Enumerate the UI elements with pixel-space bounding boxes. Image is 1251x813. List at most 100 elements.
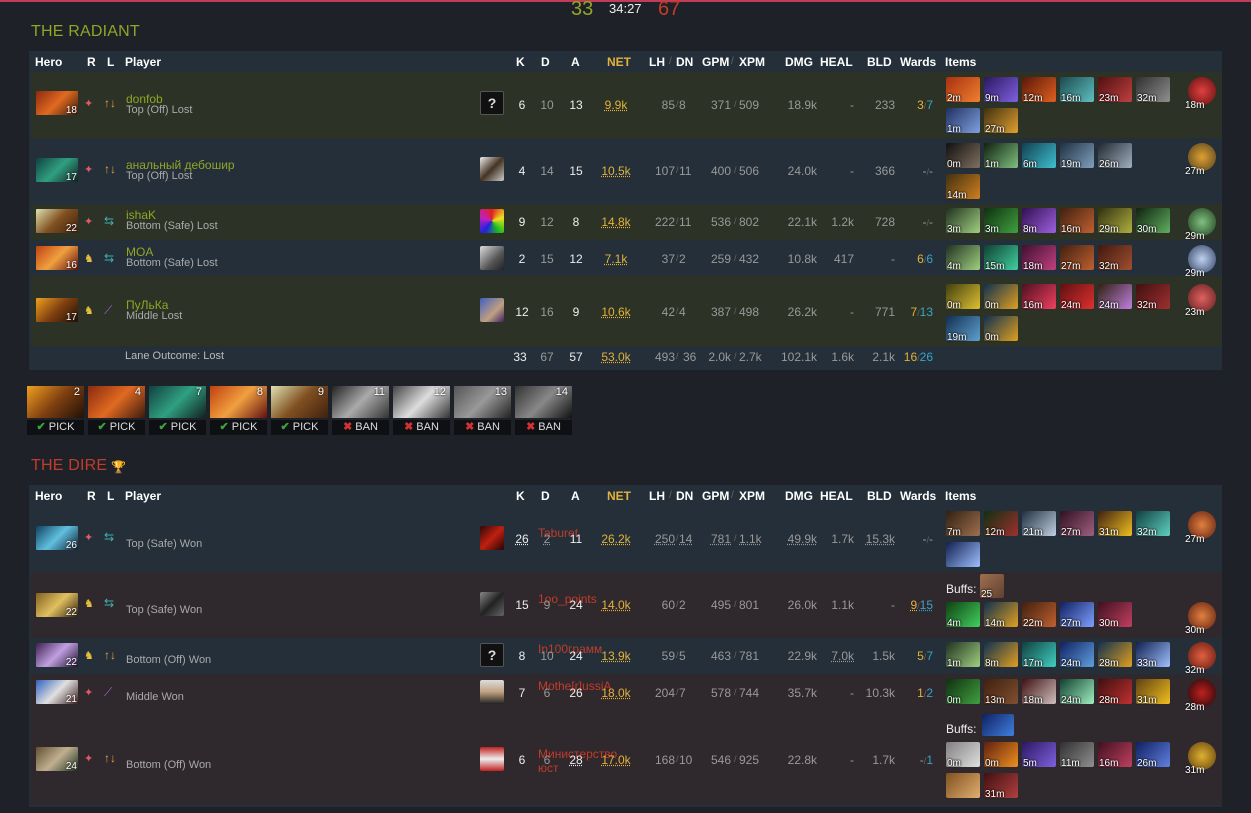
item-icon[interactable]: 3m bbox=[946, 208, 980, 235]
item-icon[interactable] bbox=[946, 542, 980, 567]
networth[interactable]: 14.8k bbox=[596, 215, 636, 229]
item-icon[interactable]: 7m bbox=[946, 511, 980, 538]
hero-portrait[interactable]: 22 bbox=[36, 593, 78, 618]
item-icon[interactable]: 4m bbox=[946, 602, 980, 629]
item-icon[interactable]: 32m bbox=[1098, 245, 1132, 272]
col-wards[interactable]: Wards bbox=[900, 55, 936, 69]
item-icon[interactable]: 5m bbox=[1022, 742, 1056, 769]
neutral-item-icon[interactable]: 23m bbox=[1185, 284, 1216, 318]
col-player[interactable]: Player bbox=[125, 489, 161, 503]
item-icon[interactable]: 27m bbox=[1060, 245, 1094, 272]
item-icon[interactable]: 0m bbox=[946, 679, 980, 706]
item-icon[interactable]: 9m bbox=[984, 77, 1018, 104]
player-avatar[interactable] bbox=[480, 680, 504, 704]
item-icon[interactable]: 0m bbox=[984, 284, 1018, 311]
item-icon[interactable]: 0m bbox=[946, 742, 980, 769]
hero-portrait[interactable]: 22 bbox=[36, 209, 78, 234]
assists[interactable]: 28 bbox=[567, 753, 585, 767]
item-icon[interactable]: 14m bbox=[946, 174, 980, 201]
buff-icon[interactable]: 25 bbox=[980, 574, 1004, 600]
item-icon[interactable]: 24m bbox=[1060, 642, 1094, 669]
col-assists[interactable]: A bbox=[571, 489, 580, 503]
neutral-item-icon[interactable]: 31m bbox=[1185, 742, 1216, 776]
item-icon[interactable]: 19m bbox=[946, 316, 980, 343]
item-icon[interactable]: 12m bbox=[984, 511, 1018, 538]
col-deaths[interactable]: D bbox=[541, 55, 550, 69]
neutral-item-icon[interactable]: 30m bbox=[1185, 602, 1216, 636]
item-icon[interactable]: 18m bbox=[1022, 679, 1056, 706]
networth[interactable]: 10.5k bbox=[596, 164, 636, 178]
hero-portrait[interactable]: 24 bbox=[36, 747, 78, 772]
col-lasthits[interactable]: LH bbox=[649, 489, 665, 503]
item-icon[interactable]: 32m bbox=[1136, 511, 1170, 538]
deaths[interactable]: 2 bbox=[538, 532, 556, 546]
networth[interactable]: 7.1k bbox=[596, 252, 636, 266]
hero-portrait[interactable]: 22 bbox=[36, 643, 78, 668]
col-xpm[interactable]: XPM bbox=[739, 489, 765, 503]
player-avatar[interactable] bbox=[480, 747, 504, 771]
item-icon[interactable]: 1m bbox=[946, 642, 980, 669]
networth[interactable]: 13.9k bbox=[596, 649, 636, 663]
player-avatar[interactable] bbox=[480, 157, 504, 181]
item-icon[interactable] bbox=[946, 773, 980, 798]
neutral-item-icon[interactable]: 29m bbox=[1185, 208, 1216, 242]
hero-portrait[interactable]: 16 bbox=[36, 246, 78, 271]
xpm[interactable]: 1.1k bbox=[739, 532, 765, 546]
item-icon[interactable]: 13m bbox=[984, 679, 1018, 706]
networth[interactable]: 17.0k bbox=[596, 753, 636, 767]
item-icon[interactable]: 11m bbox=[1060, 742, 1094, 769]
item-icon[interactable]: 32m bbox=[1136, 284, 1170, 311]
item-icon[interactable]: 31m bbox=[984, 773, 1018, 800]
item-icon[interactable]: 27m bbox=[984, 108, 1018, 135]
col-heal[interactable]: HEAL bbox=[820, 489, 853, 503]
item-icon[interactable]: 31m bbox=[1098, 511, 1132, 538]
item-icon[interactable]: 19m bbox=[1060, 143, 1094, 170]
draft-ban[interactable]: 11 ✖ BAN bbox=[332, 386, 389, 436]
col-networth[interactable]: NET bbox=[607, 55, 631, 69]
item-icon[interactable]: 3m bbox=[984, 208, 1018, 235]
col-role[interactable]: R bbox=[87, 55, 96, 69]
col-hero[interactable]: Hero bbox=[35, 489, 62, 503]
item-icon[interactable]: 2m bbox=[946, 77, 980, 104]
networth[interactable]: 18.0k bbox=[596, 686, 636, 700]
draft-ban[interactable]: 13 ✖ BAN bbox=[454, 386, 511, 436]
item-icon[interactable]: 30m bbox=[1136, 208, 1170, 235]
col-damage[interactable]: DMG bbox=[785, 55, 813, 69]
item-icon[interactable]: 6m bbox=[1022, 143, 1056, 170]
item-icon[interactable]: 29m bbox=[1098, 208, 1132, 235]
networth[interactable]: 14.0k bbox=[596, 598, 636, 612]
item-icon[interactable]: 0m bbox=[984, 742, 1018, 769]
neutral-item-icon[interactable]: 18m bbox=[1185, 77, 1216, 111]
col-assists[interactable]: A bbox=[571, 55, 580, 69]
item-icon[interactable]: 16m bbox=[1098, 742, 1132, 769]
hero-portrait[interactable]: 26 bbox=[36, 526, 78, 551]
gpm[interactable]: 781 bbox=[705, 532, 731, 546]
col-heal[interactable]: HEAL bbox=[820, 55, 853, 69]
col-damage[interactable]: DMG bbox=[785, 489, 813, 503]
draft-ban[interactable]: 12 ✖ BAN bbox=[393, 386, 450, 436]
player-avatar[interactable]: ? bbox=[480, 91, 504, 115]
buff-icon[interactable] bbox=[982, 714, 1014, 736]
hero-portrait[interactable]: 17 bbox=[36, 298, 78, 323]
col-building[interactable]: BLD bbox=[867, 489, 892, 503]
col-kills[interactable]: K bbox=[516, 55, 525, 69]
neutral-item-icon[interactable]: 29m bbox=[1185, 245, 1216, 279]
item-icon[interactable]: 33m bbox=[1136, 642, 1170, 669]
item-icon[interactable]: 27m bbox=[1060, 602, 1094, 629]
neutral-item-icon[interactable]: 27m bbox=[1185, 143, 1216, 177]
col-lasthits[interactable]: LH bbox=[649, 55, 665, 69]
col-kills[interactable]: K bbox=[516, 489, 525, 503]
col-role[interactable]: R bbox=[87, 489, 96, 503]
networth[interactable]: 10.6k bbox=[596, 305, 636, 319]
healing[interactable]: 7.0k bbox=[828, 649, 854, 663]
col-lane[interactable]: L bbox=[107, 489, 114, 503]
col-hero[interactable]: Hero bbox=[35, 55, 62, 69]
draft-pick[interactable]: 7 ✔ PICK bbox=[149, 386, 206, 436]
item-icon[interactable]: 24m bbox=[1060, 284, 1094, 311]
col-wards[interactable]: Wards bbox=[900, 489, 936, 503]
item-icon[interactable]: 14m bbox=[984, 602, 1018, 629]
draft-pick[interactable]: 4 ✔ PICK bbox=[88, 386, 145, 436]
sentry-wards[interactable]: 15 bbox=[920, 598, 933, 612]
item-icon[interactable]: 27m bbox=[1060, 511, 1094, 538]
item-icon[interactable]: 12m bbox=[1022, 77, 1056, 104]
